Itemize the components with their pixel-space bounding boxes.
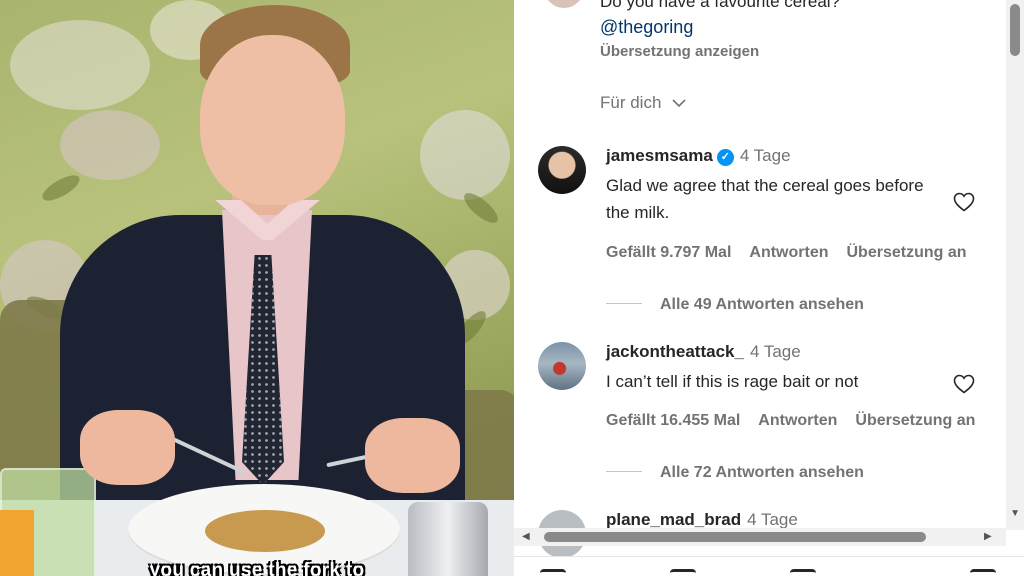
like-count: Gefällt 9.797 Mal	[606, 244, 732, 261]
vertical-scrollbar[interactable]: ▼	[1006, 0, 1024, 530]
translate-link[interactable]: Übersetzung an	[847, 244, 967, 261]
comment-time: 4 Tage	[749, 342, 801, 361]
scroll-left-arrow-icon[interactable]: ◀	[522, 531, 530, 542]
comment-username[interactable]: jamesmsama	[606, 146, 713, 165]
divider	[606, 303, 642, 304]
cereal	[205, 510, 325, 552]
scroll-down-arrow-icon[interactable]: ▼	[1010, 508, 1020, 519]
comment-icon[interactable]	[670, 569, 696, 576]
avatar[interactable]	[538, 342, 586, 390]
view-replies-button[interactable]: Alle 49 Antworten ansehen	[606, 296, 864, 314]
divider	[606, 471, 642, 472]
heart-icon[interactable]	[952, 190, 976, 214]
save-icon[interactable]	[970, 569, 996, 576]
verified-badge-icon: ✓	[716, 149, 734, 166]
like-count: Gefällt 16.455 Mal	[606, 412, 741, 429]
wallpaper-flower	[420, 110, 510, 200]
comment-text: I can’t tell if this is rage bait or not	[606, 372, 859, 391]
comment-time: 4 Tage	[739, 146, 791, 165]
share-icon[interactable]	[790, 569, 816, 576]
wallpaper-leaf	[38, 170, 84, 206]
action-bar	[514, 556, 1024, 576]
comment-username[interactable]: plane_mad_brad	[606, 510, 741, 529]
video-subtitle: you can use the fork to	[149, 560, 365, 576]
view-replies-label: Alle 49 Antworten ansehen	[660, 296, 864, 313]
reply-button[interactable]: Antworten	[749, 244, 828, 261]
face	[200, 35, 345, 205]
heart-icon[interactable]	[952, 372, 976, 396]
translate-link[interactable]: Übersetzung an	[855, 412, 975, 429]
caption-text: Do you have a favourite cereal?	[600, 0, 841, 11]
view-replies-label: Alle 72 Antworten ansehen	[660, 464, 864, 481]
avatar[interactable]	[538, 146, 586, 194]
sort-label: Für dich	[600, 93, 662, 112]
comment-time: 4 Tage	[747, 510, 798, 529]
caption-avatar[interactable]	[544, 0, 584, 8]
horizontal-scroll-thumb[interactable]	[544, 532, 926, 542]
horizontal-scrollbar[interactable]: ◀ ▶	[514, 528, 1006, 546]
sort-dropdown[interactable]: Für dich	[600, 93, 686, 113]
left-hand	[80, 410, 175, 485]
comment-username[interactable]: jackontheattack_	[606, 342, 744, 361]
vertical-scroll-thumb[interactable]	[1010, 4, 1020, 56]
comments-panel: Do you have a favourite cereal? @thegori…	[514, 0, 1024, 576]
reply-button[interactable]: Antworten	[758, 412, 837, 429]
view-replies-button[interactable]: Alle 72 Antworten ansehen	[606, 464, 864, 482]
right-hand	[365, 418, 460, 493]
wallpaper-flower	[10, 20, 150, 110]
video-player[interactable]: you can use the fork to	[0, 0, 514, 576]
wallpaper-flower	[60, 110, 160, 180]
comment-text: Glad we agree that the cereal goes befor…	[606, 176, 924, 222]
mention-link[interactable]: @thegoring	[600, 17, 693, 38]
scroll-right-arrow-icon[interactable]: ▶	[984, 531, 992, 542]
translate-caption-link[interactable]: Übersetzung anzeigen	[600, 43, 759, 60]
chevron-down-icon	[672, 95, 686, 111]
like-post-icon[interactable]	[540, 569, 566, 576]
